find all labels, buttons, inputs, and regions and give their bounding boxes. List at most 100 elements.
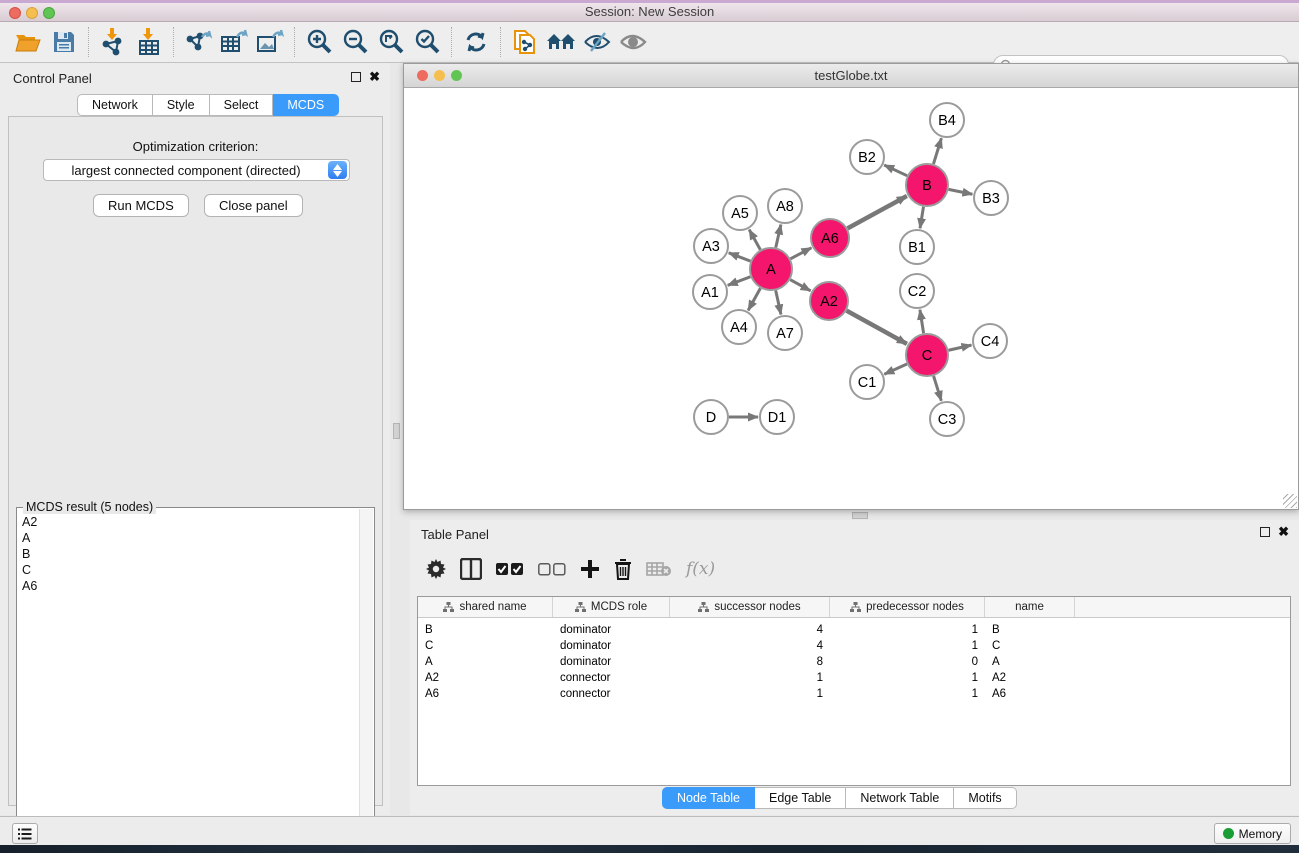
table-settings-gear-icon[interactable]: [426, 559, 446, 579]
table-row[interactable]: A6connector11A6: [418, 686, 1290, 702]
result-item[interactable]: C: [18, 562, 359, 578]
houses-icon[interactable]: [543, 26, 579, 58]
refresh-icon[interactable]: [458, 26, 494, 58]
delete-column-icon[interactable]: [614, 559, 632, 580]
column-header-predecessor-nodes[interactable]: predecessor nodes: [830, 597, 985, 617]
mcds-result-list[interactable]: A2ABCA6: [18, 514, 359, 843]
deselect-all-icon[interactable]: [538, 563, 566, 576]
export-image-icon[interactable]: [252, 26, 288, 58]
tab-network-table[interactable]: Network Table: [846, 787, 954, 809]
graph-node-B[interactable]: B: [906, 164, 948, 206]
column-header-shared-name[interactable]: shared name: [418, 597, 553, 617]
tab-edge-table[interactable]: Edge Table: [755, 787, 846, 809]
graph-node-A8[interactable]: A8: [768, 189, 802, 223]
graph-node-A6[interactable]: A6: [811, 219, 849, 257]
edge-A2-C: [847, 311, 907, 344]
table-header-row[interactable]: shared nameMCDS rolesuccessor nodesprede…: [418, 597, 1290, 618]
net-maximize-button[interactable]: [451, 70, 462, 81]
app-titlebar: Session: New Session: [0, 0, 1299, 22]
vertical-splitter-handle[interactable]: [393, 423, 400, 439]
column-header-name[interactable]: name: [985, 597, 1075, 617]
result-scrollbar[interactable]: [359, 509, 373, 843]
export-table-icon[interactable]: [216, 26, 252, 58]
minimize-window-button[interactable]: [26, 7, 38, 19]
result-item[interactable]: A: [18, 530, 359, 546]
net-minimize-button[interactable]: [434, 70, 445, 81]
graph-node-C4[interactable]: C4: [973, 324, 1007, 358]
graph-node-B3[interactable]: B3: [974, 181, 1008, 215]
criterion-dropdown[interactable]: largest connected component (directed): [43, 159, 350, 181]
graph-node-C3[interactable]: C3: [930, 402, 964, 436]
result-item[interactable]: A6: [18, 578, 359, 594]
open-session-file-icon[interactable]: [507, 26, 543, 58]
network-window-titlebar[interactable]: testGlobe.txt: [404, 64, 1298, 88]
run-mcds-button[interactable]: Run MCDS: [93, 194, 189, 217]
node-table[interactable]: shared nameMCDS rolesuccessor nodesprede…: [417, 596, 1291, 786]
result-item[interactable]: B: [18, 546, 359, 562]
open-file-icon[interactable]: [10, 26, 46, 58]
graph-node-D1[interactable]: D1: [760, 400, 794, 434]
zoom-fit-icon[interactable]: [373, 26, 409, 58]
hide-eye-icon[interactable]: [579, 26, 615, 58]
horizontal-splitter-handle[interactable]: [852, 512, 868, 519]
table-row[interactable]: Adominator80A: [418, 654, 1290, 670]
column-header-successor-nodes[interactable]: successor nodes: [670, 597, 830, 617]
show-eye-icon[interactable]: [615, 26, 651, 58]
result-item[interactable]: A2: [18, 514, 359, 530]
graph-node-C[interactable]: C: [906, 334, 948, 376]
memory-status-icon: [1223, 828, 1234, 839]
close-panel-button[interactable]: Close panel: [204, 194, 303, 217]
close-panel-icon[interactable]: ✖: [369, 72, 380, 82]
maximize-window-button[interactable]: [43, 7, 55, 19]
network-graph-canvas[interactable]: A A6 A2 B C A1 A3 A4 A5 A7 A8 B1 B2 B3 B4 C1 C2 C3 C4 D D1: [404, 88, 1298, 509]
graph-node-A4[interactable]: A4: [722, 310, 756, 344]
cell-name: A: [985, 656, 1075, 668]
graph-node-A[interactable]: A: [750, 248, 792, 290]
show-columns-icon[interactable]: [460, 558, 482, 580]
table-row[interactable]: Bdominator41B: [418, 622, 1290, 638]
close-table-panel-icon[interactable]: ✖: [1278, 527, 1289, 537]
graph-node-C2[interactable]: C2: [900, 274, 934, 308]
add-column-icon[interactable]: [580, 559, 600, 579]
select-all-icon[interactable]: [496, 563, 524, 576]
table-row[interactable]: Cdominator41C: [418, 638, 1290, 654]
net-close-button[interactable]: [417, 70, 428, 81]
tab-node-table[interactable]: Node Table: [662, 787, 755, 809]
graph-node-B4[interactable]: B4: [930, 103, 964, 137]
zoom-out-icon[interactable]: [337, 26, 373, 58]
zoom-selected-icon[interactable]: [409, 26, 445, 58]
graph-node-A3[interactable]: A3: [694, 229, 728, 263]
tab-network[interactable]: Network: [77, 94, 153, 116]
graph-node-B2[interactable]: B2: [850, 140, 884, 174]
cell-predecessor-nodes: 0: [830, 656, 985, 668]
panel-menu-button[interactable]: [12, 823, 38, 844]
graph-node-A2[interactable]: A2: [810, 282, 848, 320]
graph-node-D[interactable]: D: [694, 400, 728, 434]
tab-style[interactable]: Style: [153, 94, 210, 116]
tab-motifs[interactable]: Motifs: [954, 787, 1016, 809]
table-row[interactable]: A2connector11A2: [418, 670, 1290, 686]
import-network-icon[interactable]: [95, 26, 131, 58]
save-session-icon[interactable]: [46, 26, 82, 58]
cell-shared-name: A: [418, 656, 553, 668]
memory-button[interactable]: Memory: [1214, 823, 1291, 844]
import-table-icon[interactable]: [131, 26, 167, 58]
float-table-panel-icon[interactable]: [1260, 527, 1270, 537]
graph-node-A5[interactable]: A5: [723, 196, 757, 230]
svg-text:A7: A7: [776, 326, 794, 342]
svg-text:D: D: [706, 410, 716, 426]
close-window-button[interactable]: [9, 7, 21, 19]
graph-node-B1[interactable]: B1: [900, 230, 934, 264]
export-network-icon[interactable]: [180, 26, 216, 58]
graph-node-C1[interactable]: C1: [850, 365, 884, 399]
cell-successor-nodes: 4: [670, 624, 830, 636]
graph-node-A1[interactable]: A1: [693, 275, 727, 309]
tab-mcds[interactable]: MCDS: [273, 94, 339, 116]
tab-select[interactable]: Select: [210, 94, 274, 116]
zoom-in-icon[interactable]: [301, 26, 337, 58]
window-resize-grip[interactable]: [1283, 494, 1297, 508]
column-header-MCDS-role[interactable]: MCDS role: [553, 597, 670, 617]
float-panel-icon[interactable]: [351, 72, 361, 82]
graph-node-A7[interactable]: A7: [768, 316, 802, 350]
table-toolbar: f(x): [418, 548, 715, 590]
